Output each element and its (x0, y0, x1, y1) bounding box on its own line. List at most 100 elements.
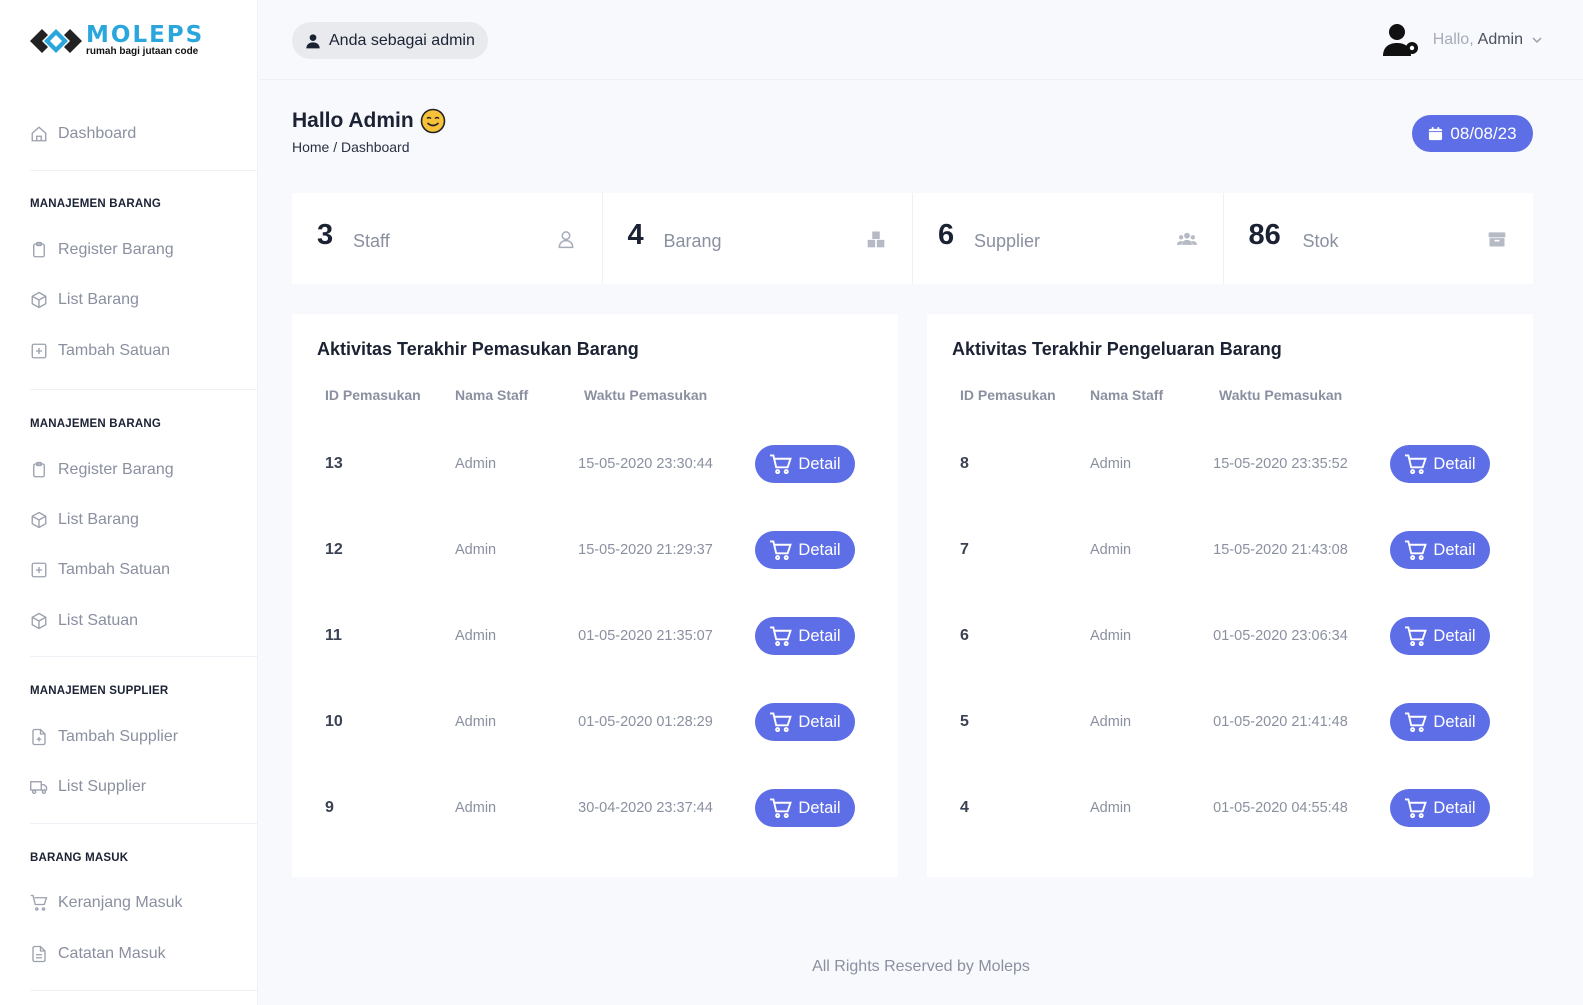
chevron-down-icon (1532, 37, 1542, 44)
detail-button-label: Detail (1433, 626, 1476, 645)
row-staff: Admin (455, 800, 497, 816)
detail-button[interactable]: Detail (755, 617, 855, 655)
sidebar-item-label: List Supplier (58, 778, 147, 795)
stat-label: Supplier (974, 231, 1041, 251)
stat-label: Staff (353, 231, 390, 251)
row-time: 15-05-2020 21:29:37 (578, 542, 713, 558)
detail-button[interactable]: Detail (755, 703, 855, 741)
page-title-text: Hallo Admin (292, 109, 414, 132)
row-id: 5 (960, 713, 969, 730)
file-text-icon (32, 945, 46, 963)
sidebar-item-register-barang[interactable]: Register Barang (30, 238, 174, 262)
date-badge[interactable]: 08/08/23 (1412, 115, 1533, 152)
detail-button[interactable]: Detail (755, 531, 855, 569)
box-icon (31, 291, 47, 309)
row-staff: Admin (455, 714, 497, 730)
stat-card-stok: 86 Stok (1223, 193, 1533, 284)
sidebar-item-label: Keranjang Masuk (58, 894, 183, 911)
row-id: 12 (325, 541, 343, 558)
cart-icon (1405, 540, 1428, 560)
sidebar-item-label: List Barang (58, 291, 139, 308)
topbar: Anda sebagai admin Hallo, Admin (259, 0, 1583, 80)
detail-button-label: Detail (798, 712, 841, 731)
sidebar-section-title: MANAJEMEN BARANG (30, 418, 161, 430)
row-time: 01-05-2020 23:06:34 (1213, 628, 1348, 644)
box-icon (31, 511, 47, 529)
brand-logo[interactable]: MOLEPS rumah bagi jutaan code (30, 24, 204, 58)
cart-icon (770, 712, 793, 732)
sidebar-item-keranjang-masuk[interactable]: Keranjang Masuk (30, 891, 183, 915)
row-id: 8 (960, 455, 969, 472)
column-header-staff: Nama Staff (455, 387, 529, 403)
cart-icon (770, 454, 793, 474)
role-badge: Anda sebagai admin (292, 22, 488, 59)
row-staff: Admin (455, 456, 497, 472)
footer-text: All Rights Reserved by Moleps (812, 958, 1030, 975)
truck-icon (30, 781, 48, 795)
home-icon (31, 126, 47, 142)
sidebar-item-catatan-masuk[interactable]: Catatan Masuk (30, 942, 166, 966)
detail-button[interactable]: Detail (755, 445, 855, 483)
sidebar-item-label: Tambah Satuan (58, 561, 171, 578)
table-row: 11 Admin 01-05-2020 21:35:07 Detail (292, 616, 898, 656)
row-id: 10 (325, 713, 343, 730)
sidebar-item-tambah-satuan[interactable]: Tambah Satuan (30, 339, 170, 363)
row-time: 30-04-2020 23:37:44 (578, 800, 713, 816)
detail-button-label: Detail (1433, 798, 1476, 817)
sidebar-item-list-satuan[interactable]: List Satuan (30, 609, 138, 633)
stat-value: 3 (317, 219, 334, 251)
detail-button-label: Detail (798, 454, 841, 473)
stat-card-supplier: 6 Supplier (913, 193, 1224, 284)
cart-icon (1405, 712, 1428, 732)
sidebar-section-title: MANAJEMEN SUPPLIER (30, 685, 169, 697)
table-row: 6 Admin 01-05-2020 23:06:34 Detail (927, 616, 1533, 656)
row-staff: Admin (1090, 800, 1132, 816)
row-staff: Admin (1090, 628, 1132, 644)
detail-button-label: Detail (1433, 454, 1476, 473)
brand-tagline: rumah bagi jutaan code (86, 46, 199, 57)
detail-button-label: Detail (1433, 712, 1476, 731)
row-id: 4 (960, 799, 969, 816)
sidebar-item-list-supplier[interactable]: List Supplier (30, 775, 146, 799)
sidebar-item-tambah-supplier[interactable]: Tambah Supplier (30, 725, 178, 749)
user-icon (306, 33, 320, 48)
sidebar-item-dashboard[interactable]: Dashboard (30, 122, 136, 146)
detail-button[interactable]: Detail (1390, 617, 1490, 655)
sidebar-item-tambah-satuan-2[interactable]: Tambah Satuan (30, 558, 170, 582)
user-settings-icon (1382, 24, 1418, 56)
row-time: 01-05-2020 21:35:07 (578, 628, 713, 644)
cart-icon (1405, 798, 1428, 818)
file-plus-icon (32, 728, 46, 746)
sidebar-divider (30, 170, 258, 171)
row-time: 15-05-2020 23:30:44 (578, 456, 713, 472)
row-staff: Admin (1090, 714, 1132, 730)
row-time: 01-05-2020 04:55:48 (1213, 800, 1348, 816)
row-id: 7 (960, 541, 969, 558)
detail-button[interactable]: Detail (1390, 789, 1490, 827)
column-header-time: Waktu Pemasukan (1219, 387, 1343, 403)
plus-square-icon (31, 562, 47, 578)
detail-button[interactable]: Detail (755, 789, 855, 827)
sidebar-item-list-barang[interactable]: List Barang (30, 288, 139, 312)
stat-label: Barang (663, 231, 722, 251)
sidebar-item-register-barang-2[interactable]: Register Barang (30, 458, 174, 482)
sidebar-item-list-barang-2[interactable]: List Barang (30, 508, 139, 532)
row-staff: Admin (1090, 542, 1132, 558)
clipboard-icon (33, 461, 45, 478)
detail-button[interactable]: Detail (1390, 531, 1490, 569)
stat-value: 86 (1248, 219, 1281, 251)
detail-button[interactable]: Detail (1390, 445, 1490, 483)
detail-button[interactable]: Detail (1390, 703, 1490, 741)
archive-icon (1488, 232, 1506, 247)
sidebar-item-label: Tambah Supplier (58, 728, 179, 745)
user-icon (558, 231, 573, 249)
table-row: 7 Admin 15-05-2020 21:43:08 Detail (927, 530, 1533, 570)
cart-icon (30, 894, 48, 911)
sidebar-item-label: Register Barang (58, 241, 174, 258)
detail-button-label: Detail (1433, 540, 1476, 559)
stat-label: Stok (1302, 231, 1339, 251)
sidebar-item-label: Tambah Satuan (58, 342, 171, 359)
table-row: 12 Admin 15-05-2020 21:29:37 Detail (292, 530, 898, 570)
table-row: 9 Admin 30-04-2020 23:37:44 Detail (292, 788, 898, 828)
user-menu[interactable]: Hallo, Admin (1382, 22, 1543, 58)
